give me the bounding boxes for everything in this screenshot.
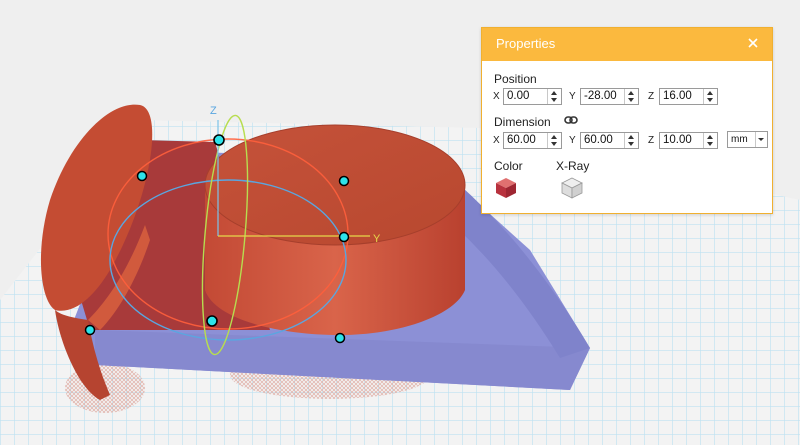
xray-cube-icon[interactable] <box>560 176 584 200</box>
close-icon[interactable] <box>746 36 760 50</box>
stepper-arrows[interactable] <box>624 133 638 148</box>
color-swatch-icon[interactable] <box>494 176 518 200</box>
handle-bottom-right[interactable] <box>334 332 346 344</box>
stepper-arrows[interactable] <box>547 133 561 148</box>
dimension-y-label: Y <box>569 135 576 146</box>
properties-header: Properties <box>482 28 772 61</box>
properties-panel: Properties Position X 0.00 Y -28.00 Z 16… <box>481 27 773 214</box>
handle-bottom-center[interactable] <box>206 315 218 327</box>
position-y-input[interactable]: -28.00 <box>580 88 639 105</box>
handle-left-bottom[interactable] <box>84 324 96 336</box>
link-icon[interactable] <box>564 115 578 125</box>
xray-label: X-Ray <box>556 159 590 173</box>
position-z-label: Z <box>648 91 655 102</box>
properties-title: Properties <box>496 36 556 51</box>
handle-right[interactable] <box>338 231 350 243</box>
dimension-z-input[interactable]: 10.00 <box>659 132 718 149</box>
position-x-label: X <box>493 91 500 102</box>
dimension-z-label: Z <box>648 135 655 146</box>
stepper-arrows[interactable] <box>547 89 561 104</box>
handle-left-top[interactable] <box>136 170 148 182</box>
dimension-y-input[interactable]: 60.00 <box>580 132 639 149</box>
position-y-label: Y <box>569 91 576 102</box>
handle-top[interactable] <box>213 134 225 146</box>
chevron-down-icon[interactable] <box>755 132 767 147</box>
position-x-input[interactable]: 0.00 <box>503 88 562 105</box>
stepper-arrows[interactable] <box>703 133 717 148</box>
cylinder <box>204 124 466 335</box>
y-axis-label: Y <box>373 233 381 245</box>
unit-select[interactable]: mm <box>727 131 768 148</box>
dimension-x-input[interactable]: 60.00 <box>503 132 562 149</box>
dimension-x-label: X <box>493 135 500 146</box>
position-label: Position <box>494 72 537 86</box>
position-z-input[interactable]: 16.00 <box>659 88 718 105</box>
stepper-arrows[interactable] <box>624 89 638 104</box>
color-label: Color <box>494 159 523 173</box>
dimension-label: Dimension <box>494 115 551 129</box>
handle-cyl-top[interactable] <box>338 175 350 187</box>
stepper-arrows[interactable] <box>703 89 717 104</box>
z-axis-label: Z <box>210 105 217 117</box>
